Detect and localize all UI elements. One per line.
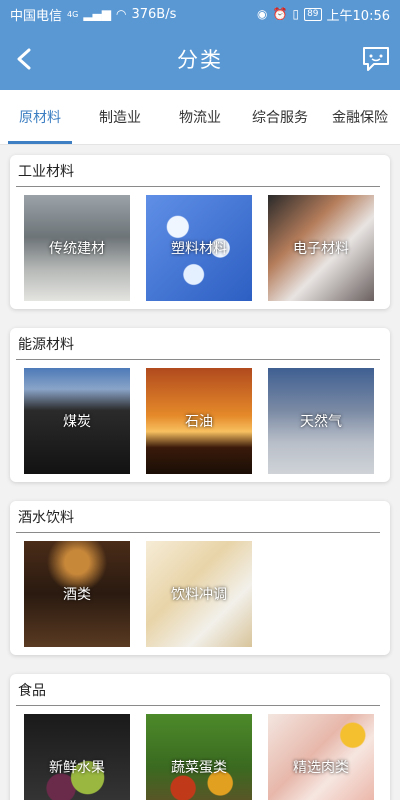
category-item-label: 酒类 [63,587,91,603]
message-icon [363,47,389,71]
category-tabs: 原材料 制造业 物流业 综合服务 金融保险 [0,90,400,145]
back-button[interactable] [8,43,40,75]
category-item-meat[interactable]: 精选肉类 [268,714,374,800]
tab-raw-materials[interactable]: 原材料 [0,90,80,144]
tab-services[interactable]: 综合服务 [240,90,320,144]
category-item-fresh-fruit[interactable]: 新鲜水果 [24,714,130,800]
category-item-oil[interactable]: 石油 [146,368,252,474]
category-item-coal[interactable]: 煤炭 [24,368,130,474]
battery-icon: 89 [304,7,322,21]
network-type: 4G [67,9,79,19]
section-drinks: 酒水饮料 酒类 饮料冲调 [10,501,390,655]
message-button[interactable] [358,41,394,77]
category-item-label: 饮料冲调 [171,587,227,603]
category-content: 工业材料 传统建材 塑料材料 电子材料 能源材料 煤炭 石油 天然气 酒水饮料 … [0,145,400,800]
section-title: 能源材料 [16,334,380,360]
category-item-label: 石油 [185,414,213,430]
section-energy-materials: 能源材料 煤炭 石油 天然气 [10,328,390,482]
carrier-label: 中国电信 [10,8,63,24]
signal-icon: ▂▄▆ [83,7,111,21]
category-item-alcohol[interactable]: 酒类 [24,541,130,647]
clock: 上午10:56 [326,8,390,24]
app-header: 分类 [0,28,400,90]
page-title: 分类 [177,48,223,72]
tab-finance-insurance[interactable]: 金融保险 [320,90,400,144]
network-speed: 376B/s [131,6,177,22]
tab-logistics[interactable]: 物流业 [160,90,240,144]
status-bar: 中国电信 4G ▂▄▆ ◠ 376B/s ◉ ⏰ ▯ 89 上午10:56 [0,0,400,28]
vibrate-icon: ▯ [292,7,300,21]
category-item-label: 电子材料 [293,241,349,257]
section-industrial-materials: 工业材料 传统建材 塑料材料 电子材料 [10,155,390,309]
section-title: 酒水饮料 [16,507,380,533]
eye-icon: ◉ [257,7,268,21]
category-item-building-materials[interactable]: 传统建材 [24,195,130,301]
category-item-label: 精选肉类 [293,760,349,776]
wifi-icon: ◠ [116,7,127,21]
category-item-beverages[interactable]: 饮料冲调 [146,541,252,647]
category-item-label: 天然气 [300,414,342,430]
back-arrow-icon [17,48,31,70]
category-item-label: 塑料材料 [171,241,227,257]
section-food: 食品 新鲜水果 蔬菜蛋类 精选肉类 [10,674,390,800]
tab-manufacturing[interactable]: 制造业 [80,90,160,144]
alarm-icon: ⏰ [272,7,288,21]
category-item-label: 煤炭 [63,414,91,430]
section-title: 食品 [16,680,380,706]
category-item-plastic-materials[interactable]: 塑料材料 [146,195,252,301]
category-item-label: 蔬菜蛋类 [171,760,227,776]
section-title: 工业材料 [16,161,380,187]
category-item-label: 新鲜水果 [49,760,105,776]
category-item-label: 传统建材 [49,241,105,257]
category-item-natural-gas[interactable]: 天然气 [268,368,374,474]
category-item-vegetables-eggs[interactable]: 蔬菜蛋类 [146,714,252,800]
category-item-electronic-materials[interactable]: 电子材料 [268,195,374,301]
